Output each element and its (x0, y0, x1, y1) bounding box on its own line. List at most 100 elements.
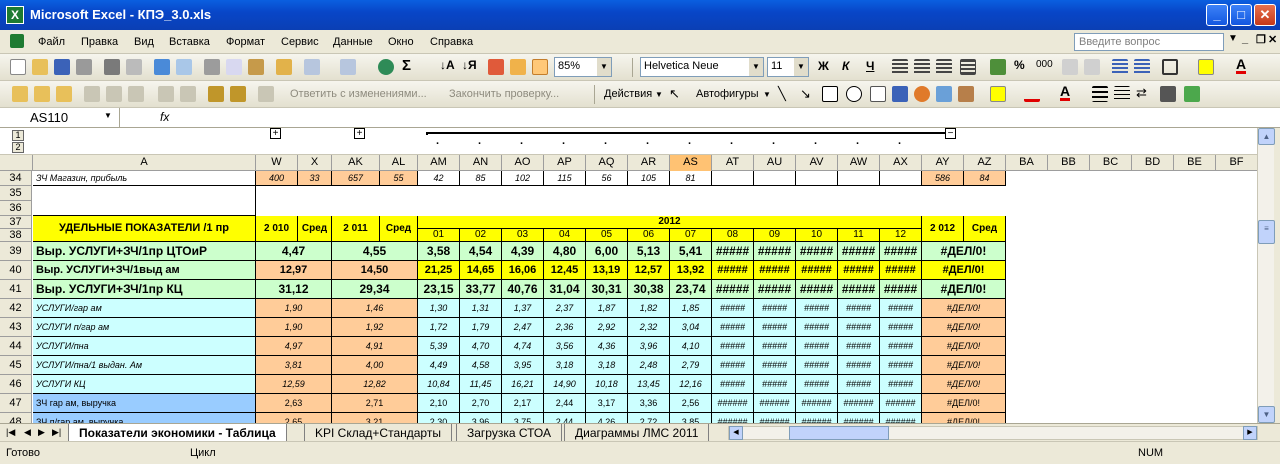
value-2011-r46[interactable]: 12,82 (332, 375, 418, 394)
month-cell-r48-at[interactable]: ###### (712, 413, 754, 423)
menu-tools[interactable]: Сервис (281, 36, 319, 48)
column-header-bf[interactable]: BF (1216, 155, 1257, 171)
scroll-thumb[interactable]: ≡ (1258, 220, 1275, 244)
month-cell-r42-ar[interactable]: 1,82 (628, 299, 670, 318)
month-cell-r47-aw[interactable]: ###### (838, 394, 880, 413)
minimize-button[interactable]: _ (1206, 4, 1228, 26)
oval-icon[interactable] (846, 86, 862, 102)
chevron-down-icon[interactable]: ▼ (104, 111, 112, 120)
header-month-08[interactable]: 08 (712, 229, 754, 242)
column-header-at[interactable]: AT (712, 155, 754, 171)
row-label-43[interactable]: УСЛУГИ п/гар ам (33, 318, 256, 337)
month-cell-r47-ax[interactable]: ###### (880, 394, 922, 413)
compare-icon[interactable] (128, 86, 144, 102)
row-header-38[interactable]: 38 (0, 229, 32, 242)
percent-button[interactable]: % (1014, 58, 1025, 72)
align-left-icon[interactable] (892, 59, 908, 75)
horizontal-scrollbar[interactable]: ◀ ▶ (728, 426, 1258, 440)
cell-r34-aq[interactable]: 56 (586, 171, 628, 186)
month-cell-r48-am[interactable]: 2,30 (418, 413, 460, 423)
decrease-indent-icon[interactable] (1112, 59, 1128, 75)
preview-icon[interactable] (126, 59, 142, 75)
align-right-icon[interactable] (936, 59, 952, 75)
font-color-icon[interactable]: A (1236, 57, 1247, 74)
month-cell-r40-an[interactable]: 14,65 (460, 261, 502, 280)
actions-menu[interactable]: Действия (604, 88, 652, 100)
month-cell-r40-au[interactable]: ##### (754, 261, 796, 280)
row-label-46[interactable]: УСЛУГИ КЦ (33, 375, 256, 394)
month-cell-r45-as[interactable]: 2,79 (670, 356, 712, 375)
month-cell-r43-au[interactable]: ##### (754, 318, 796, 337)
value-2010-r39[interactable]: 4,47 (256, 242, 332, 261)
zoom-select[interactable]: 85% ▼ (554, 57, 612, 77)
column-header-ay[interactable]: AY (922, 155, 964, 171)
value-2011-r44[interactable]: 4,91 (332, 337, 418, 356)
menu-edit[interactable]: Правка (81, 36, 118, 48)
picture-icon[interactable] (958, 86, 974, 102)
header-month-09[interactable]: 09 (754, 229, 796, 242)
doc-close-icon[interactable]: ✕ (1268, 33, 1277, 46)
month-cell-r39-ax[interactable]: ##### (880, 242, 922, 261)
expand-group-button[interactable]: + (270, 128, 281, 139)
value-2011-r43[interactable]: 1,92 (332, 318, 418, 337)
row-header-43[interactable]: 43 (0, 318, 32, 337)
row-header-41[interactable]: 41 (0, 280, 32, 299)
month-cell-r44-at[interactable]: ##### (712, 337, 754, 356)
month-cell-r39-aw[interactable]: ##### (838, 242, 880, 261)
value-2011-r42[interactable]: 1,46 (332, 299, 418, 318)
value-2012-r45[interactable]: #ДЕЛ/0! (922, 356, 1006, 375)
month-cell-r40-as[interactable]: 13,92 (670, 261, 712, 280)
value-2010-r41[interactable]: 31,12 (256, 280, 332, 299)
column-header-ar[interactable]: AR (628, 155, 670, 171)
header-avg-2012[interactable]: Сред (964, 216, 1006, 242)
scroll-right-button[interactable]: ▶ (1243, 426, 1257, 440)
line-color-icon[interactable] (1024, 86, 1040, 102)
reply-icon[interactable] (106, 86, 122, 102)
month-cell-r46-aq[interactable]: 10,18 (586, 375, 628, 394)
font-color-icon[interactable]: A (1060, 84, 1071, 101)
header-title[interactable]: УДЕЛЬНЫЕ ПОКАЗАТЕЛИ /1 пр (33, 216, 256, 242)
header-month-12[interactable]: 12 (880, 229, 922, 242)
outline-level-2-button[interactable]: 2 (12, 142, 24, 153)
cell-r34-ay[interactable]: 586 (922, 171, 964, 186)
cell-r34-ap[interactable]: 115 (544, 171, 586, 186)
value-2011-r45[interactable]: 4,00 (332, 356, 418, 375)
scroll-down-button[interactable]: ▼ (1258, 406, 1275, 423)
month-cell-r47-an[interactable]: 2,70 (460, 394, 502, 413)
month-cell-r46-ax[interactable]: ##### (880, 375, 922, 394)
cell-r34-as[interactable]: 81 (670, 171, 712, 186)
month-cell-r42-an[interactable]: 1,31 (460, 299, 502, 318)
value-2010-r47[interactable]: 2,63 (256, 394, 332, 413)
month-cell-r42-au[interactable]: ##### (754, 299, 796, 318)
month-cell-r48-ao[interactable]: 3,75 (502, 413, 544, 423)
row-label-42[interactable]: УСЛУГИ/гар ам (33, 299, 256, 318)
drawing-toggle-icon[interactable] (532, 59, 548, 75)
column-header-aw[interactable]: AW (838, 155, 880, 171)
column-header-a[interactable]: A (33, 155, 256, 171)
month-cell-r43-an[interactable]: 1,79 (460, 318, 502, 337)
sheet-tab-stoa[interactable]: Загрузка СТОА (456, 424, 562, 442)
clipart-icon[interactable] (936, 86, 952, 102)
row-label-39[interactable]: Выр. УСЛУГИ+ЗЧ/1пр ЦТОиР (33, 242, 256, 261)
month-cell-r45-aw[interactable]: ##### (838, 356, 880, 375)
month-cell-r40-aq[interactable]: 13,19 (586, 261, 628, 280)
textbox-icon[interactable] (870, 86, 886, 102)
month-cell-r45-ao[interactable]: 3,95 (502, 356, 544, 375)
month-cell-r45-am[interactable]: 4,49 (418, 356, 460, 375)
save-icon[interactable] (54, 59, 70, 75)
month-cell-r45-at[interactable]: ##### (712, 356, 754, 375)
month-cell-r48-av[interactable]: ###### (796, 413, 838, 423)
month-cell-r47-ap[interactable]: 2,44 (544, 394, 586, 413)
month-cell-r41-ap[interactable]: 31,04 (544, 280, 586, 299)
month-cell-r48-an[interactable]: 3,96 (460, 413, 502, 423)
column-header-x[interactable]: X (298, 155, 332, 171)
row-header-45[interactable]: 45 (0, 356, 32, 375)
font-size-select[interactable]: 11 ▼ (767, 57, 809, 77)
end-review-button[interactable]: Закончить проверку... (449, 88, 559, 100)
cell-r34-ao[interactable]: 102 (502, 171, 544, 186)
month-cell-r46-at[interactable]: ##### (712, 375, 754, 394)
row-label-41[interactable]: Выр. УСЛУГИ+ЗЧ/1пр КЦ (33, 280, 256, 299)
row-header-46[interactable]: 46 (0, 375, 32, 394)
column-header-ba[interactable]: BA (1006, 155, 1048, 171)
cell-r34-am[interactable]: 42 (418, 171, 460, 186)
